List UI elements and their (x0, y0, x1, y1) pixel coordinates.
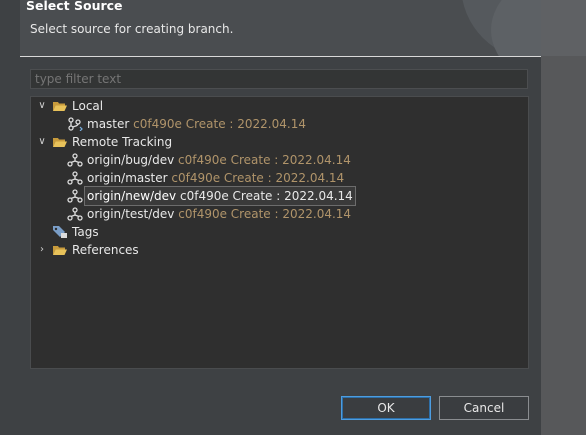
chevron-down-icon[interactable]: ∨ (36, 133, 48, 151)
filter-input[interactable] (30, 69, 528, 89)
remote-branch-icon (67, 189, 83, 203)
ok-button[interactable]: OK (341, 396, 431, 420)
folder-open-icon (52, 135, 68, 149)
folder-icon (52, 243, 68, 257)
remote-branch-icon (67, 171, 83, 185)
tree-node-label: Local (72, 99, 104, 113)
branch-item-origin-new-dev[interactable]: origin/new/dev c0f490e Create : 2022.04.… (67, 186, 507, 206)
chevron-down-icon[interactable]: ∨ (36, 97, 48, 115)
remote-branch-icon (67, 207, 83, 221)
branch-name: origin/master (87, 171, 168, 185)
chevron-right-icon[interactable]: › (36, 241, 48, 259)
branch-name: master (87, 117, 130, 131)
tree-node-local[interactable]: ∨ Local (36, 97, 516, 115)
tree-node-label: Remote Tracking (72, 135, 173, 149)
branch-name: origin/test/dev (87, 207, 175, 221)
branch-item-master[interactable]: master c0f490e Create : 2022.04.14 (67, 115, 507, 133)
header-separator (20, 56, 541, 57)
tags-icon (52, 225, 68, 239)
branch-item-origin-bug-dev[interactable]: origin/bug/dev c0f490e Create : 2022.04.… (67, 151, 507, 169)
tree-node-label: Tags (72, 225, 99, 239)
dialog-subtitle: Select source for creating branch. (30, 22, 234, 36)
branch-meta: c0f490e Create : 2022.04.14 (178, 153, 351, 167)
tree-node-references[interactable]: › References (36, 241, 516, 259)
background-window (541, 0, 586, 435)
remote-branch-icon (67, 153, 83, 167)
branch-name: origin/new/dev (87, 189, 177, 203)
tree-node-remote-tracking[interactable]: ∨ Remote Tracking (36, 133, 516, 151)
branch-meta: c0f490e Create : 2022.04.14 (133, 117, 306, 131)
source-tree[interactable]: ∨ Local master c0f490e Create : 2022.04.… (30, 96, 529, 369)
header-decoration (491, 0, 541, 56)
branch-item-origin-master[interactable]: origin/master c0f490e Create : 2022.04.1… (67, 169, 507, 187)
branch-name: origin/bug/dev (87, 153, 175, 167)
dialog-title: Select Source (26, 0, 123, 13)
branch-item-origin-test-dev[interactable]: origin/test/dev c0f490e Create : 2022.04… (67, 205, 507, 223)
branch-meta: c0f490e Create : 2022.04.14 (178, 207, 352, 221)
branch-meta: c0f490e Create : 2022.04.14 (171, 171, 345, 185)
folder-open-icon (52, 99, 68, 113)
branch-meta: c0f490e Create : 2022.04.14 (179, 189, 353, 203)
cancel-button[interactable]: Cancel (439, 396, 529, 420)
local-branch-icon (67, 117, 83, 132)
tree-node-label: References (72, 243, 139, 257)
select-source-dialog: Select Source Select source for creating… (0, 0, 586, 435)
tree-node-tags[interactable]: Tags (36, 223, 516, 241)
